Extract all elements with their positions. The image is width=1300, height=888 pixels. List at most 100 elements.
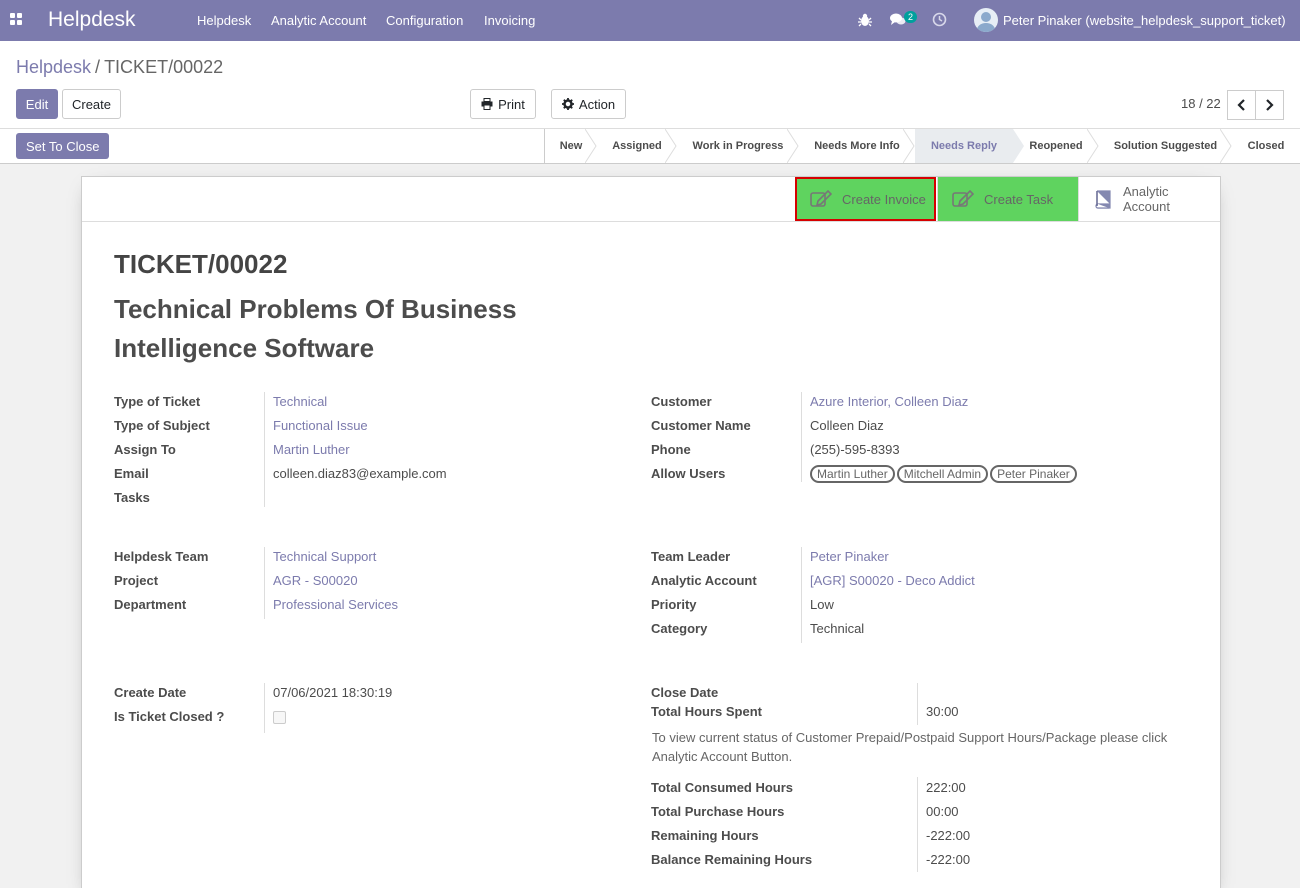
field-divider	[264, 683, 265, 733]
customer-name-label: Customer Name	[651, 418, 751, 433]
field-divider	[917, 777, 918, 872]
user-avatar[interactable]	[974, 8, 998, 32]
remaining-hours-label: Remaining Hours	[651, 828, 759, 843]
assign-to-value[interactable]: Martin Luther	[273, 442, 350, 457]
helpdesk-team-value[interactable]: Technical Support	[273, 549, 376, 564]
create-date-value: 07/06/2021 18:30:19	[273, 685, 393, 700]
menu-invoicing[interactable]: Invoicing	[484, 13, 535, 28]
chevron-left-icon	[1237, 99, 1245, 111]
edit-icon	[810, 190, 832, 208]
print-label: Print	[498, 96, 525, 112]
bug-icon[interactable]	[858, 12, 872, 28]
project-label: Project	[114, 573, 159, 588]
user-tag[interactable]: Peter Pinaker	[990, 465, 1077, 483]
category-label: Category	[651, 621, 708, 636]
chevron-right-icon	[1266, 99, 1274, 111]
remaining-hours-value: -222:00	[926, 828, 971, 843]
field-divider	[801, 547, 802, 643]
menu-analytic-account[interactable]: Analytic Account	[271, 13, 366, 28]
breadcrumb-helpdesk-link[interactable]: Helpdesk	[16, 57, 91, 77]
customer-name-value: Colleen Diaz	[810, 418, 884, 433]
total-consumed-hours-value: 222:00	[926, 780, 966, 795]
user-tag[interactable]: Mitchell Admin	[896, 465, 989, 483]
menu-helpdesk[interactable]: Helpdesk	[197, 13, 251, 28]
print-button[interactable]: Print	[470, 89, 536, 119]
apps-menu-icon[interactable]	[10, 13, 24, 27]
team-leader-value[interactable]: Peter Pinaker	[810, 549, 889, 564]
email-value: colleen.diaz83@example.com	[273, 466, 447, 481]
analytic-account-label-line1: Analytic	[1123, 184, 1169, 199]
messages-count-badge: 2	[904, 11, 918, 23]
type-of-subject-value[interactable]: Functional Issue	[273, 418, 368, 433]
department-label: Department	[114, 597, 187, 612]
email-label: Email	[114, 466, 149, 481]
gear-icon	[561, 98, 574, 110]
close-date-label: Close Date	[651, 685, 719, 700]
field-divider	[264, 392, 265, 507]
field-divider	[801, 392, 802, 482]
department-value[interactable]: Professional Services	[273, 597, 398, 612]
stage-arrow-active	[1013, 129, 1024, 163]
stage-arrow-separator	[1220, 129, 1232, 163]
support-hours-help-text: To view current status of Customer Prepa…	[652, 730, 1168, 764]
set-to-close-button[interactable]: Set To Close	[16, 133, 110, 159]
total-hours-spent-label: Total Hours Spent	[651, 704, 762, 719]
stage-closed[interactable]: Closed	[1232, 129, 1300, 163]
pager-value[interactable]: 18 / 22	[1181, 96, 1221, 111]
stage-needs-more-info[interactable]: Needs More Info	[799, 129, 915, 163]
stage-needs-reply[interactable]: Needs Reply	[915, 129, 1013, 163]
book-icon	[1093, 189, 1113, 209]
total-purchase-hours-value: 00:00	[926, 804, 959, 819]
action-label: Action	[578, 96, 616, 112]
total-purchase-hours-label: Total Purchase Hours	[651, 804, 785, 819]
pager-next-button[interactable]	[1255, 90, 1284, 120]
stage-arrow-separator	[787, 129, 799, 163]
stage-arrow-separator	[1087, 129, 1099, 163]
breadcrumb: Helpdesk / TICKET/00022	[16, 57, 223, 78]
form-sheet: Create Invoice Create Task Analytic Acco…	[81, 176, 1221, 888]
edit-button[interactable]: Edit	[16, 89, 58, 119]
type-of-ticket-label: Type of Ticket	[114, 394, 201, 409]
stage-arrow-separator	[585, 129, 597, 163]
user-tag[interactable]: Martin Luther	[810, 465, 895, 483]
ticket-number: TICKET/00022	[114, 249, 288, 279]
analytic-account-value[interactable]: [AGR] S00020 - Deco Addict	[810, 573, 975, 588]
customer-value[interactable]: Azure Interior, Colleen Diaz	[810, 394, 968, 409]
stage-arrow-separator	[903, 129, 915, 163]
team-leader-label: Team Leader	[651, 549, 731, 564]
ticket-subject[interactable]: Technical Problems Of Business Intellige…	[114, 290, 614, 368]
analytic-account-label: Analytic Account	[651, 573, 757, 588]
analytic-account-label-line2: Account	[1123, 199, 1170, 214]
create-date-label: Create Date	[114, 685, 187, 700]
create-invoice-button[interactable]: Create Invoice	[795, 177, 936, 221]
app-brand: Helpdesk	[48, 8, 136, 31]
stage-solution-suggested[interactable]: Solution Suggested	[1099, 129, 1232, 163]
customer-label: Customer	[651, 394, 712, 409]
project-value[interactable]: AGR - S00020	[273, 573, 358, 588]
tasks-label: Tasks	[114, 490, 150, 505]
breadcrumb-current: TICKET/00022	[104, 57, 224, 77]
edit-icon	[952, 190, 974, 208]
create-task-button[interactable]: Create Task	[937, 177, 1078, 221]
priority-label: Priority	[651, 597, 697, 612]
type-of-ticket-value[interactable]: Technical	[273, 394, 327, 409]
balance-remaining-hours-label: Balance Remaining Hours	[651, 852, 813, 867]
analytic-account-button[interactable]: Analytic Account	[1078, 177, 1220, 221]
activity-clock-icon[interactable]	[932, 12, 947, 27]
menu-configuration[interactable]: Configuration	[386, 13, 463, 28]
field-divider	[264, 547, 265, 619]
total-consumed-hours-label: Total Consumed Hours	[651, 780, 794, 795]
create-button[interactable]: Create	[62, 89, 121, 119]
is-ticket-closed-checkbox[interactable]	[273, 711, 286, 724]
balance-remaining-hours-value: -222:00	[926, 852, 971, 867]
create-task-label: Create Task	[984, 191, 1054, 207]
pager-previous-button[interactable]	[1227, 90, 1256, 120]
user-name[interactable]: Peter Pinaker (website_helpdesk_support_…	[1003, 13, 1286, 28]
phone-label: Phone	[651, 442, 691, 457]
print-icon	[481, 98, 493, 110]
top-navbar: Helpdesk Helpdesk Analytic Account Confi…	[0, 0, 1300, 41]
priority-value: Low	[810, 597, 834, 612]
stage-work-in-progress[interactable]: Work in Progress	[677, 129, 799, 163]
category-value: Technical	[810, 621, 865, 636]
action-button[interactable]: Action	[551, 89, 626, 119]
